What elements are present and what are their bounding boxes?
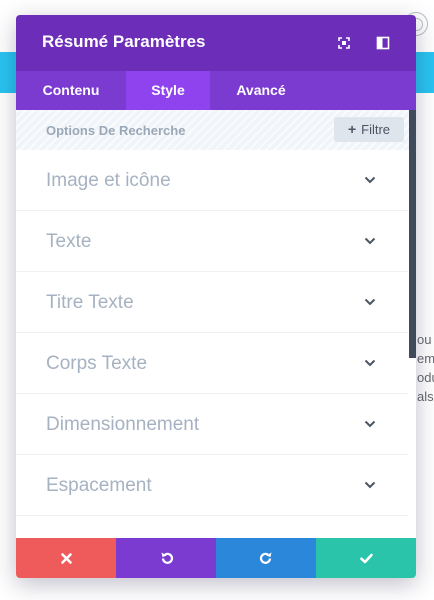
undo-icon xyxy=(161,552,173,564)
chevron-down-icon xyxy=(364,359,376,367)
redo-icon xyxy=(259,552,271,564)
undo-button[interactable] xyxy=(116,538,216,578)
section-text[interactable]: Texte xyxy=(16,211,408,272)
section-sizing[interactable]: Dimensionnement xyxy=(16,394,408,455)
section-title-text[interactable]: Titre Texte xyxy=(16,272,408,333)
page-side-text: ou em odu als xyxy=(417,332,434,404)
filter-button-label: Filtre xyxy=(361,122,391,137)
chevron-down-icon xyxy=(364,298,376,306)
search-options-bar: Options De Recherche + Filtre xyxy=(16,110,416,150)
tab-bar: Contenu Style Avancé xyxy=(16,71,416,110)
section-label: Image et icône xyxy=(46,170,171,191)
chevron-down-icon xyxy=(364,176,376,184)
close-icon xyxy=(60,552,72,564)
chevron-down-icon xyxy=(364,237,376,245)
scrollbar[interactable] xyxy=(409,110,416,358)
save-button[interactable] xyxy=(316,538,416,578)
plus-icon: + xyxy=(347,121,357,137)
redo-button[interactable] xyxy=(216,538,316,578)
check-icon xyxy=(359,553,373,563)
tab-content[interactable]: Contenu xyxy=(16,71,126,110)
settings-modal: Résumé Paramètres Contenu Style Avancé O… xyxy=(16,15,416,578)
sidebar-toggle-icon[interactable] xyxy=(375,35,391,51)
section-label: Dimensionnement xyxy=(46,414,200,435)
section-spacing[interactable]: Espacement xyxy=(16,455,408,516)
settings-section-list: Image et icône Texte Titre Texte Corps T… xyxy=(16,150,408,538)
tab-style[interactable]: Style xyxy=(126,71,210,110)
modal-footer xyxy=(16,538,416,578)
tab-advanced[interactable]: Avancé xyxy=(210,71,312,110)
section-label: Texte xyxy=(46,231,92,252)
fullscreen-icon[interactable] xyxy=(336,35,352,51)
modal-header: Résumé Paramètres xyxy=(16,15,416,71)
section-body-text[interactable]: Corps Texte xyxy=(16,333,408,394)
discard-button[interactable] xyxy=(16,538,116,578)
section-label: Espacement xyxy=(46,475,152,496)
chevron-down-icon xyxy=(364,481,376,489)
modal-title: Résumé Paramètres xyxy=(42,32,206,51)
section-image-icon[interactable]: Image et icône xyxy=(16,150,408,211)
filter-button[interactable]: + Filtre xyxy=(334,117,404,142)
section-label: Corps Texte xyxy=(46,353,148,374)
section-label: Titre Texte xyxy=(46,292,134,313)
search-options-label[interactable]: Options De Recherche xyxy=(46,123,185,138)
chevron-down-icon xyxy=(364,420,376,428)
